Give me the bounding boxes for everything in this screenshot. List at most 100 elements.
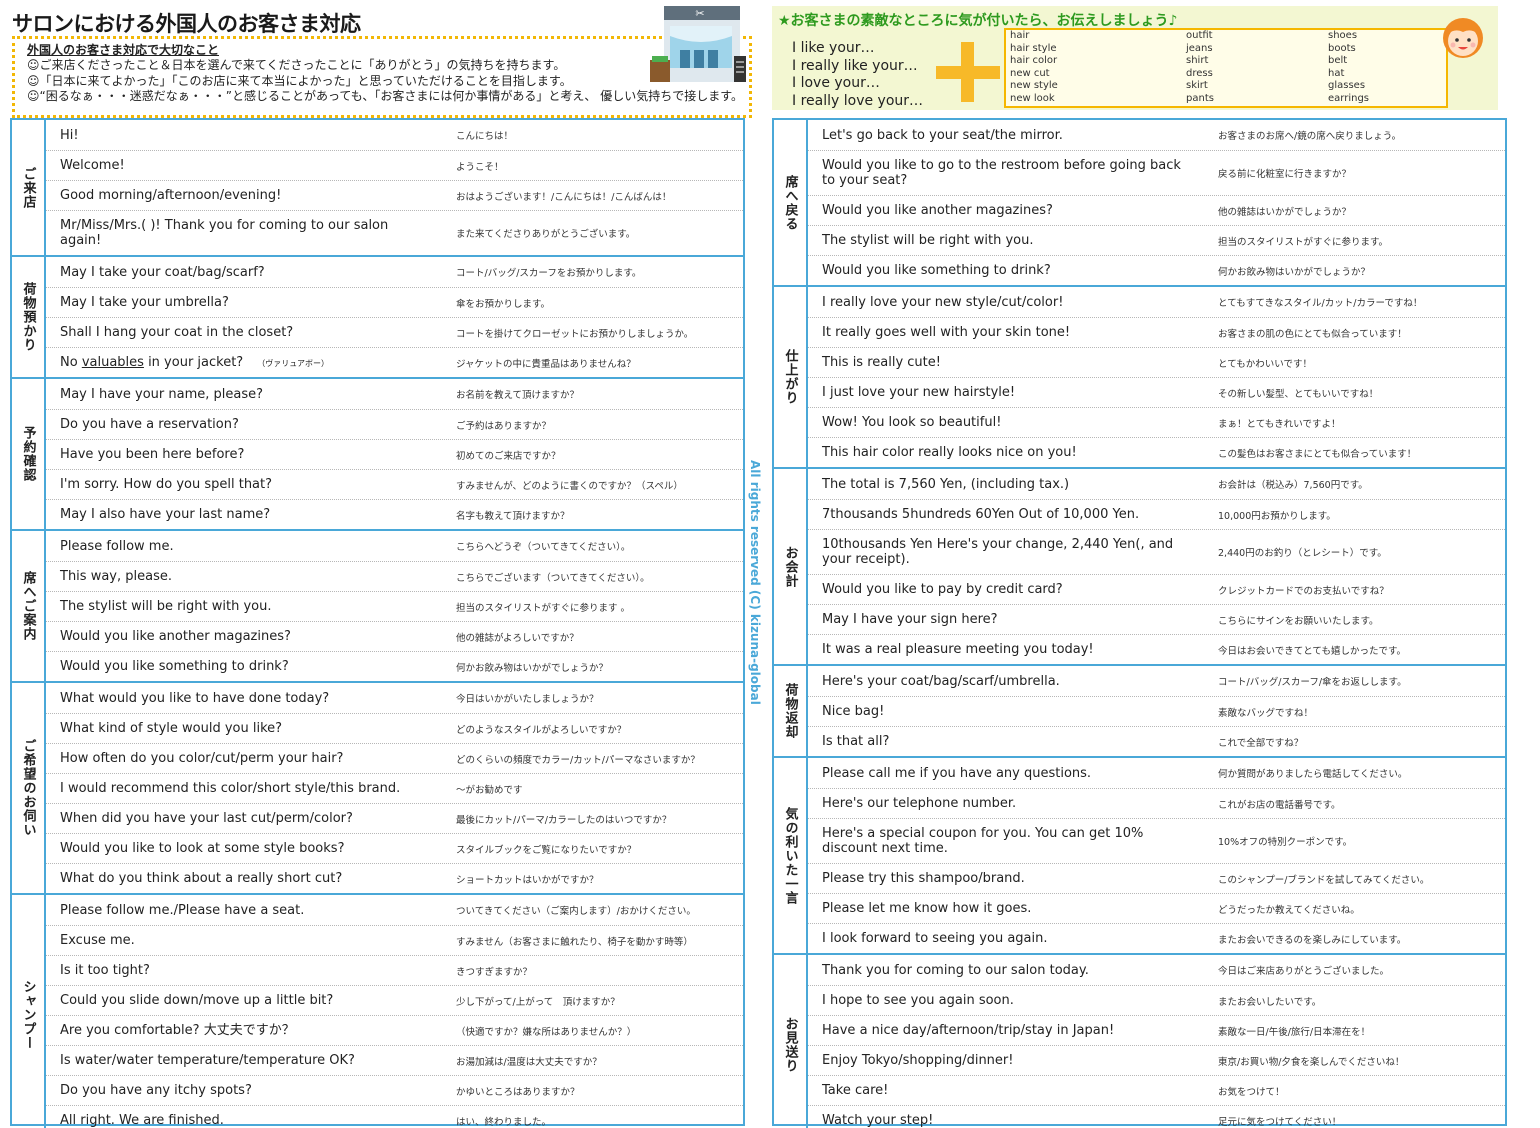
english-phrase: Here's your coat/bag/scarf/umbrella. <box>822 673 1060 689</box>
english-phrase: Could you slide down/move up a little bi… <box>60 993 334 1008</box>
japanese-translation: 何かお飲み物はいかがでしょうか？ <box>456 662 609 674</box>
phrase-row: May I have your sign here? こちらにサインをお願いいたし… <box>808 604 1505 634</box>
japanese-translation: ようこそ！ <box>456 161 504 173</box>
section-label: お見送り <box>774 955 808 1128</box>
vocab-word: shirt <box>1186 55 1209 66</box>
phrase-row: Please follow me./Please have a seat. ついて… <box>46 895 743 925</box>
phrase-row: I look forward to seeing you again. またお会い… <box>808 923 1505 953</box>
english-phrase: Watch your step! <box>822 1113 934 1128</box>
phrase-section: 席へご案内 Please follow me. こちらへどうぞ（ついてきてください）… <box>12 529 743 681</box>
english-phrase: I'm sorry. How do you spell that? <box>60 477 273 492</box>
phrase-section: シャンプー Please follow me./Please have a sea… <box>12 893 743 1128</box>
japanese-translation: 名字も教えて頂けますか？ <box>456 510 570 522</box>
japanese-translation: これがお店の電話番号です。 <box>1218 799 1341 811</box>
english-phrase: All right. We are finished. <box>60 1113 224 1128</box>
section-label-text: 席へご案内 <box>20 571 36 641</box>
section-label-text: 気の利いた一言 <box>782 806 798 905</box>
japanese-translation: 担当のスタイリストがすぐに参ります。 <box>1218 236 1389 248</box>
english-phrase: Please try this shampoo/brand. <box>822 871 1025 886</box>
phrase-row: What would you like to have done today? 今… <box>46 683 743 713</box>
phrase-row: Thank you for coming to our salon today.… <box>808 955 1505 985</box>
english-phrase: It really goes well with your skin tone! <box>822 325 1071 340</box>
english-phrase: I just love your new hairstyle! <box>822 385 1016 400</box>
japanese-translation: ショートカットはいかがですか？ <box>456 874 599 886</box>
english-phrase: What do you think about a really short c… <box>60 871 343 886</box>
english-phrase: May I have your sign here? <box>822 612 998 627</box>
english-phrase: Would you like another magazines? <box>60 629 291 644</box>
japanese-translation: 何か質問がありましたら電話してください。 <box>1218 769 1408 780</box>
phrase-section: 荷物預かり May I take your coat/bag/scarf? コート/… <box>12 255 743 377</box>
compliment-phrases: I like your… I really like your… I love … <box>792 40 923 110</box>
japanese-translation: コートを掛けてクローゼットにお預かりしましょうか。 <box>456 328 694 340</box>
notes-line: ☺「日本に来てよかった」「このお店に来て本当によかった」と思っていただけることを… <box>27 73 572 88</box>
phrase-section: 予約確認 May I have your name, please? お名前を教えて… <box>12 377 743 529</box>
phrase-row: Would you like to look at some style boo… <box>46 833 743 863</box>
vocab-word: belt <box>1328 55 1348 66</box>
english-phrase: Please follow me. <box>60 538 174 554</box>
svg-text:✂: ✂ <box>695 7 704 20</box>
japanese-translation: どうだったか教えてくださいね。 <box>1218 904 1360 916</box>
phrase-row: What do you think about a really short c… <box>46 863 743 893</box>
phrase-row: Is that all? これで全部ですね？ <box>808 726 1505 756</box>
japanese-translation: 今日はいかがいたしましょうか？ <box>456 694 599 705</box>
japanese-translation: このシャンプー/ブランドを試してみてください。 <box>1218 874 1430 886</box>
copyright-text: All rights reserved (C) kizuna-global <box>748 460 762 705</box>
phrase-row: The stylist will be right with you. 担当のスタ… <box>46 591 743 621</box>
english-phrase: What would you like to have done today? <box>60 690 330 706</box>
phrase-section: 席へ戻る Let's go back to your seat/the mirro… <box>774 120 1505 285</box>
phrase-row: Watch your step! 足元に気をつけてください！ <box>808 1105 1505 1128</box>
left-phrase-table: ご来店 Hi! こんにちは！ Welcome! ようこそ！ Good morning/af… <box>10 118 745 1128</box>
japanese-translation: ジャケットの中に貴重品はありませんね？ <box>456 358 636 370</box>
japanese-translation: その新しい髪型、とてもいいですね！ <box>1218 388 1379 400</box>
salon-storefront-illustration: ✂ <box>650 6 746 82</box>
phrase-row: I really love your new style/cut/color! と… <box>808 287 1505 317</box>
phrase-row: Have a nice day/afternoon/trip/stay in J… <box>808 1015 1505 1045</box>
english-phrase: 7thousands 5hundreds 60Yen Out of 10,000… <box>822 507 1140 522</box>
japanese-translation: まぁ！とてもきれいですよ！ <box>1218 418 1341 430</box>
compliment-tips-box: ★お客さまの素敵なところに気が付いたら、お伝えしましょう♪ I like you… <box>772 6 1498 110</box>
english-phrase: Would you like to look at some style boo… <box>60 841 345 856</box>
vocab-word: hair style <box>1010 42 1057 54</box>
japanese-translation: これで全部ですね？ <box>1218 737 1304 749</box>
japanese-translation: お名前を教えて頂けますか？ <box>456 390 580 401</box>
japanese-translation: お客さまの肌の色にとても似合っています！ <box>1218 328 1407 340</box>
phrase-row: Could you slide down/move up a little bi… <box>46 985 743 1015</box>
japanese-translation: 少し下がって/上がって 頂けますか？ <box>456 996 620 1008</box>
phrase-row: Welcome! ようこそ！ <box>46 150 743 180</box>
japanese-translation: コート/バッグ/スカーフ/傘をお返しします。 <box>1218 677 1407 688</box>
phrase-row: This way, please. こちらでございます（ついてきてください）。 <box>46 561 743 591</box>
phrase-row: This is really cute! とてもかわいいです！ <box>808 347 1505 377</box>
english-phrase: Would you like to pay by credit card? <box>822 582 1063 597</box>
tip-title: ★お客さまの素敵なところに気が付いたら、お伝えしましょう♪ <box>778 13 1178 29</box>
phrase-row: Is it too tight? きつすぎますか？ <box>46 955 743 985</box>
phrase-row: Do you have any itchy spots? かゆいところはありますか… <box>46 1075 743 1105</box>
vocab-word: skirt <box>1186 80 1208 91</box>
japanese-translation: すみません（お客さまに触れたり、椅子を動かす時等） <box>456 936 693 948</box>
section-label-text: ご希望のお伺い <box>20 739 36 837</box>
vocab-word: new cut <box>1010 67 1050 79</box>
english-phrase: May I take your umbrella? <box>60 295 229 310</box>
vocab-word: outfit <box>1186 30 1213 41</box>
section-label-text: ご来店 <box>20 166 36 209</box>
english-phrase: Would you like another magazines? <box>822 203 1053 218</box>
phrase-row: Here's a special coupon for you. You can… <box>808 818 1505 863</box>
english-phrase: Let's go back to your seat/the mirror. <box>822 127 1063 143</box>
phrase-row: May I have your name, please? お名前を教えて頂けます… <box>46 379 743 409</box>
vocab-column-hair: hair hair style hair color new cut new style… <box>1010 30 1058 105</box>
japanese-translation: スタイルブックをご覧になりたいですか？ <box>456 844 637 856</box>
japanese-translation: 他の雑誌がよろしいですか？ <box>456 632 579 644</box>
japanese-translation: こちらにサインをお願いいたします。 <box>1218 615 1379 627</box>
english-phrase: What kind of style would you like? <box>60 721 283 736</box>
english-phrase: Take care! <box>822 1083 889 1098</box>
phrase-row: What kind of style would you like? どのようなス… <box>46 713 743 743</box>
vocab-word: new style <box>1010 80 1058 91</box>
english-phrase: Please let me know how it goes. <box>822 901 1032 916</box>
japanese-translation: こんにちは！ <box>456 131 514 142</box>
japanese-translation: こちらでございます（ついてきてください）。 <box>456 572 650 584</box>
japanese-translation: 東京/お買い物/夕食を楽しんでくださいね！ <box>1218 1056 1405 1068</box>
phrase-row: No valuables in your jacket? （ヴァリュアボー） ジャケ… <box>46 347 743 377</box>
japanese-translation: また来てくださりありがとうございます。 <box>456 229 636 240</box>
phrase-row: I'm sorry. How do you spell that? すみませんが、… <box>46 469 743 499</box>
section-label-text: 予約確認 <box>20 426 36 482</box>
english-phrase: Are you comfortable? 大丈夫ですか？ <box>60 1023 295 1038</box>
